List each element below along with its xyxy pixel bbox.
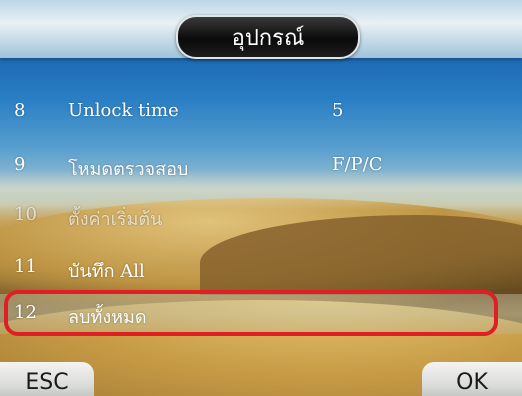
device-screen: อุปกรณ์ 8 Unlock time 5 9 โหมดตรวจสอบ F/… <box>0 0 522 396</box>
menu-item-value: 5 <box>332 100 344 121</box>
ok-button[interactable]: OK <box>422 362 522 396</box>
menu-item-default-settings[interactable]: 10 ตั้งค่าเริ่มต้น <box>0 196 522 236</box>
menu-item-label: ตั้งค่าเริ่มต้น <box>68 209 163 230</box>
menu-item-number: 9 <box>14 154 26 175</box>
menu-item-number: 11 <box>14 256 37 277</box>
menu-item-value: F/P/C <box>332 154 383 175</box>
menu-item-label: Unlock time <box>68 100 179 121</box>
menu-item-number: 10 <box>14 204 37 225</box>
selection-highlight <box>4 290 498 336</box>
page-title: อุปกรณ์ <box>176 15 360 59</box>
menu-item-number: 8 <box>14 100 26 121</box>
esc-button[interactable]: ESC <box>0 362 94 396</box>
menu-item-unlock-time[interactable]: 8 Unlock time 5 <box>0 92 522 132</box>
menu-item-save-all[interactable]: 11 บันทึก All <box>0 248 522 288</box>
menu-item-label: บันทึก All <box>68 261 145 282</box>
menu-item-verify-mode[interactable]: 9 โหมดตรวจสอบ F/P/C <box>0 146 522 186</box>
menu-item-label: โหมดตรวจสอบ <box>68 159 189 180</box>
